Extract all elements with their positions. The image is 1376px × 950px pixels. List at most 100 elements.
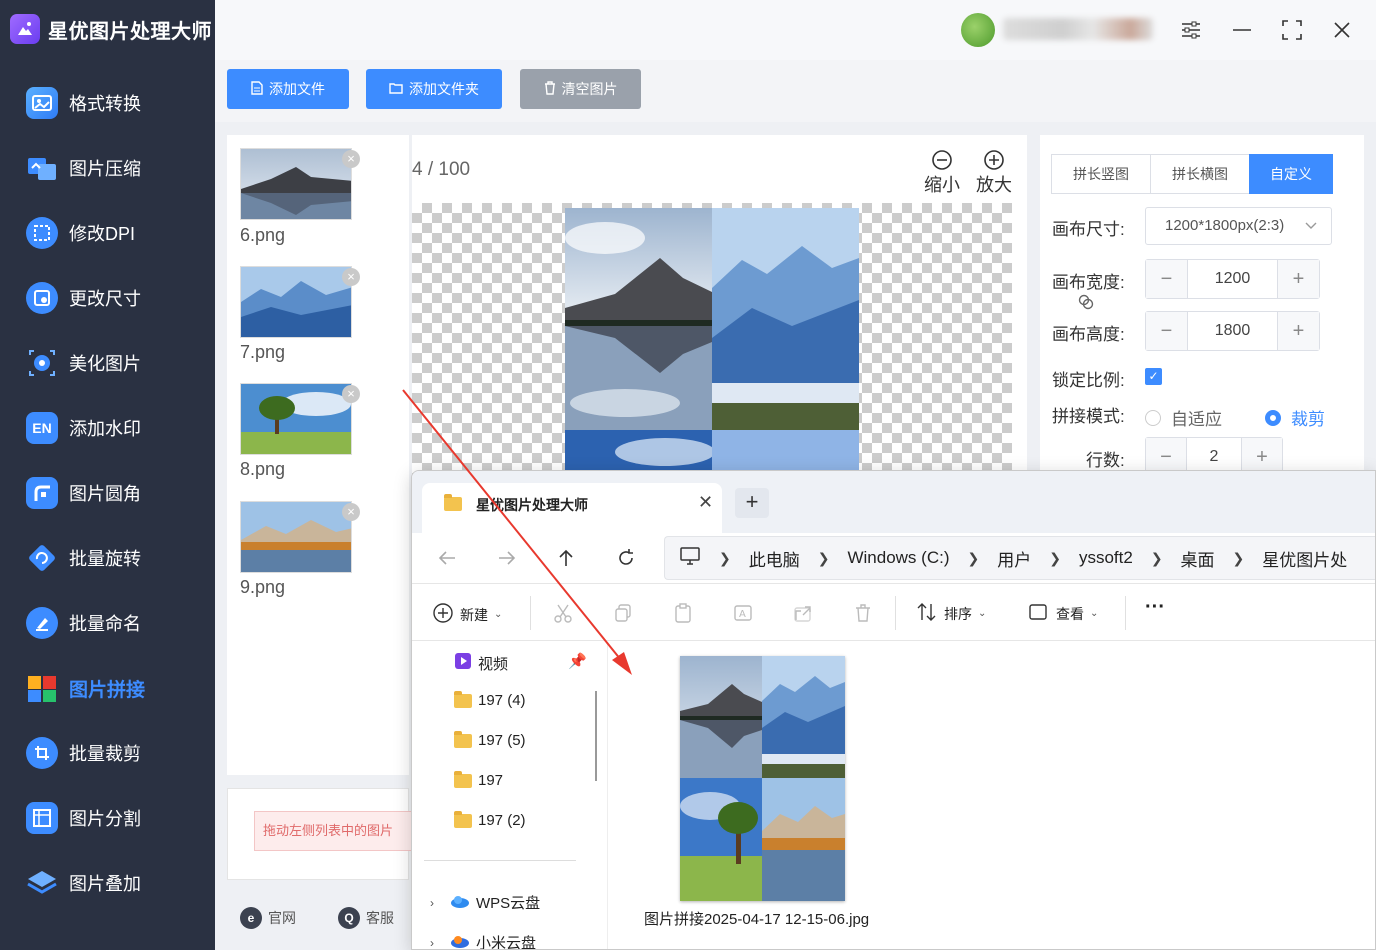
pin-icon[interactable]: 📌 <box>568 652 587 670</box>
clear-images-button[interactable]: 清空图片 <box>520 69 641 109</box>
breadcrumb-this-pc[interactable]: 此电脑 <box>749 546 800 571</box>
tree-item-folder[interactable]: 197 (4) <box>454 690 526 709</box>
delete-icon[interactable] <box>852 602 874 624</box>
tab-custom[interactable]: 自定义 <box>1249 154 1333 194</box>
add-file-button[interactable]: 添加文件 <box>227 69 349 109</box>
avatar[interactable] <box>961 13 995 47</box>
share-icon[interactable] <box>792 602 814 624</box>
maximize-icon[interactable] <box>1278 16 1306 44</box>
thumbnail-7[interactable] <box>240 266 352 338</box>
remove-thumbnail-8-icon[interactable]: × <box>342 385 360 403</box>
more-options-icon[interactable]: ··· <box>1145 596 1165 619</box>
canvas-size-select[interactable]: 1200*1800px(2:3) <box>1145 207 1332 245</box>
sidebar-item-format-convert[interactable]: 格式转换 <box>0 78 215 128</box>
copy-icon[interactable] <box>612 602 634 624</box>
width-decrease-button[interactable]: − <box>1146 260 1187 298</box>
tree-item-folder[interactable]: 197 (5) <box>454 730 526 749</box>
rows-label: 行数: <box>1086 451 1125 470</box>
explorer-tab[interactable]: 星优图片处理大师 ✕ <box>422 483 722 533</box>
canvas-size-label: 画布尺寸: <box>1052 220 1125 239</box>
close-tab-icon[interactable]: ✕ <box>698 492 713 513</box>
tree-item-folder[interactable]: 197 (2) <box>454 810 526 829</box>
chevron-down-icon <box>1305 208 1317 258</box>
rename-icon[interactable]: A <box>732 602 754 624</box>
zoom-out-icon <box>932 150 952 170</box>
add-folder-button[interactable]: 添加文件夹 <box>366 69 502 109</box>
height-input[interactable]: 1800 <box>1187 312 1278 350</box>
sidebar-item-split[interactable]: 图片分割 <box>0 793 215 843</box>
breadcrumb-user[interactable]: yssoft2 <box>1079 548 1133 568</box>
back-arrow-icon[interactable] <box>432 543 462 573</box>
sidebar-item-watermark[interactable]: EN 添加水印 <box>0 403 215 453</box>
collage-tile <box>712 430 859 475</box>
website-link[interactable]: e 官网 <box>240 907 296 929</box>
height-increase-button[interactable]: + <box>1278 312 1319 350</box>
sidebar-item-dpi[interactable]: 修改DPI <box>0 208 215 258</box>
file-item-collage[interactable] <box>680 656 845 901</box>
tab-vertical[interactable]: 拼长竖图 <box>1051 154 1151 194</box>
cloud-icon <box>450 894 470 912</box>
chevron-right-icon: ❯ <box>719 549 731 566</box>
sidebar-item-beautify[interactable]: 美化图片 <box>0 338 215 388</box>
address-bar[interactable]: ❯ 此电脑 ❯ Windows (C:) ❯ 用户 ❯ yssoft2 ❯ 桌面… <box>664 536 1375 580</box>
chevron-right-icon: ❯ <box>817 549 830 566</box>
sidebar-item-resize[interactable]: 更改尺寸 <box>0 273 215 323</box>
sidebar-item-label: 批量命名 <box>69 614 141 634</box>
support-link[interactable]: Q 客服 <box>338 907 394 929</box>
cut-icon[interactable] <box>552 602 574 624</box>
page-counter: 4 / 100 <box>412 159 470 181</box>
thumbnail-9[interactable] <box>240 501 352 573</box>
refresh-icon[interactable] <box>611 543 641 573</box>
tree-item-wps-cloud[interactable]: › WPS云盘 <box>430 892 540 913</box>
tree-item-folder[interactable]: 197 <box>454 770 503 789</box>
mode-fit-label: 自适应 <box>1171 410 1222 429</box>
mode-fit-radio[interactable]: 自适应 <box>1145 405 1222 430</box>
view-button[interactable]: 查看 ⌄ <box>1028 602 1098 625</box>
canvas-size-value: 1200*1800px(2:3) <box>1165 217 1285 234</box>
mode-crop-radio[interactable]: 裁剪 <box>1265 405 1325 430</box>
remove-thumbnail-9-icon[interactable]: × <box>342 503 360 521</box>
paste-icon[interactable] <box>672 602 694 624</box>
forward-arrow-icon[interactable] <box>492 543 522 573</box>
sort-button[interactable]: 排序 ⌄ <box>916 602 986 625</box>
thumbnail-8[interactable] <box>240 383 352 455</box>
canvas-area[interactable] <box>412 203 1012 475</box>
height-decrease-button[interactable]: − <box>1146 312 1187 350</box>
sidebar-item-compress[interactable]: 图片压缩 <box>0 143 215 193</box>
width-input[interactable]: 1200 <box>1187 260 1278 298</box>
new-tab-button[interactable]: + <box>735 488 769 518</box>
watermark-icon: EN <box>26 412 58 444</box>
breadcrumb-c-drive[interactable]: Windows (C:) <box>847 548 949 568</box>
minimize-icon[interactable] <box>1228 16 1256 44</box>
close-icon[interactable] <box>1328 16 1356 44</box>
breadcrumb-desktop[interactable]: 桌面 <box>1181 546 1215 571</box>
sidebar-item-label: 图片拼接 <box>69 679 146 701</box>
link-icon[interactable] <box>1077 293 1095 316</box>
chevron-right-icon[interactable]: › <box>430 896 434 910</box>
chevron-right-icon[interactable]: › <box>430 936 434 950</box>
new-button[interactable]: 新建 ⌄ <box>432 602 502 627</box>
width-increase-button[interactable]: + <box>1278 260 1319 298</box>
zoom-out-button[interactable]: 缩小 <box>924 149 960 197</box>
sidebar-item-rename[interactable]: 批量命名 <box>0 598 215 648</box>
sidebar-item-label: 图片叠加 <box>69 874 141 894</box>
breadcrumb-users[interactable]: 用户 <box>997 546 1031 571</box>
lock-ratio-checkbox[interactable]: ✓ <box>1145 368 1162 385</box>
zoom-in-button[interactable]: 放大 <box>976 149 1012 197</box>
scrollbar[interactable] <box>595 691 597 781</box>
tree-item-videos[interactable]: 视频 📌 <box>454 652 587 674</box>
sidebar-item-crop[interactable]: 批量裁剪 <box>0 728 215 778</box>
remove-thumbnail-7-icon[interactable]: × <box>342 268 360 286</box>
sidebar-item-overlay[interactable]: 图片叠加 <box>0 858 215 908</box>
up-arrow-icon[interactable] <box>551 543 581 573</box>
tab-horizontal[interactable]: 拼长横图 <box>1150 154 1250 194</box>
settings-sliders-icon[interactable] <box>1177 16 1205 44</box>
file-name-label: 图片拼接2025-04-17 12-15-06.jpg <box>644 911 870 928</box>
remove-thumbnail-6-icon[interactable]: × <box>342 150 360 168</box>
sidebar-item-stitch[interactable]: 图片拼接 <box>0 663 215 713</box>
sidebar-item-rotate[interactable]: 批量旋转 <box>0 533 215 583</box>
breadcrumb-folder[interactable]: 星优图片处 <box>1262 546 1347 571</box>
thumbnail-6[interactable] <box>240 148 352 220</box>
sidebar-item-round-corner[interactable]: 图片圆角 <box>0 468 215 518</box>
tree-item-mi-cloud[interactable]: › 小米云盘 <box>430 932 536 950</box>
